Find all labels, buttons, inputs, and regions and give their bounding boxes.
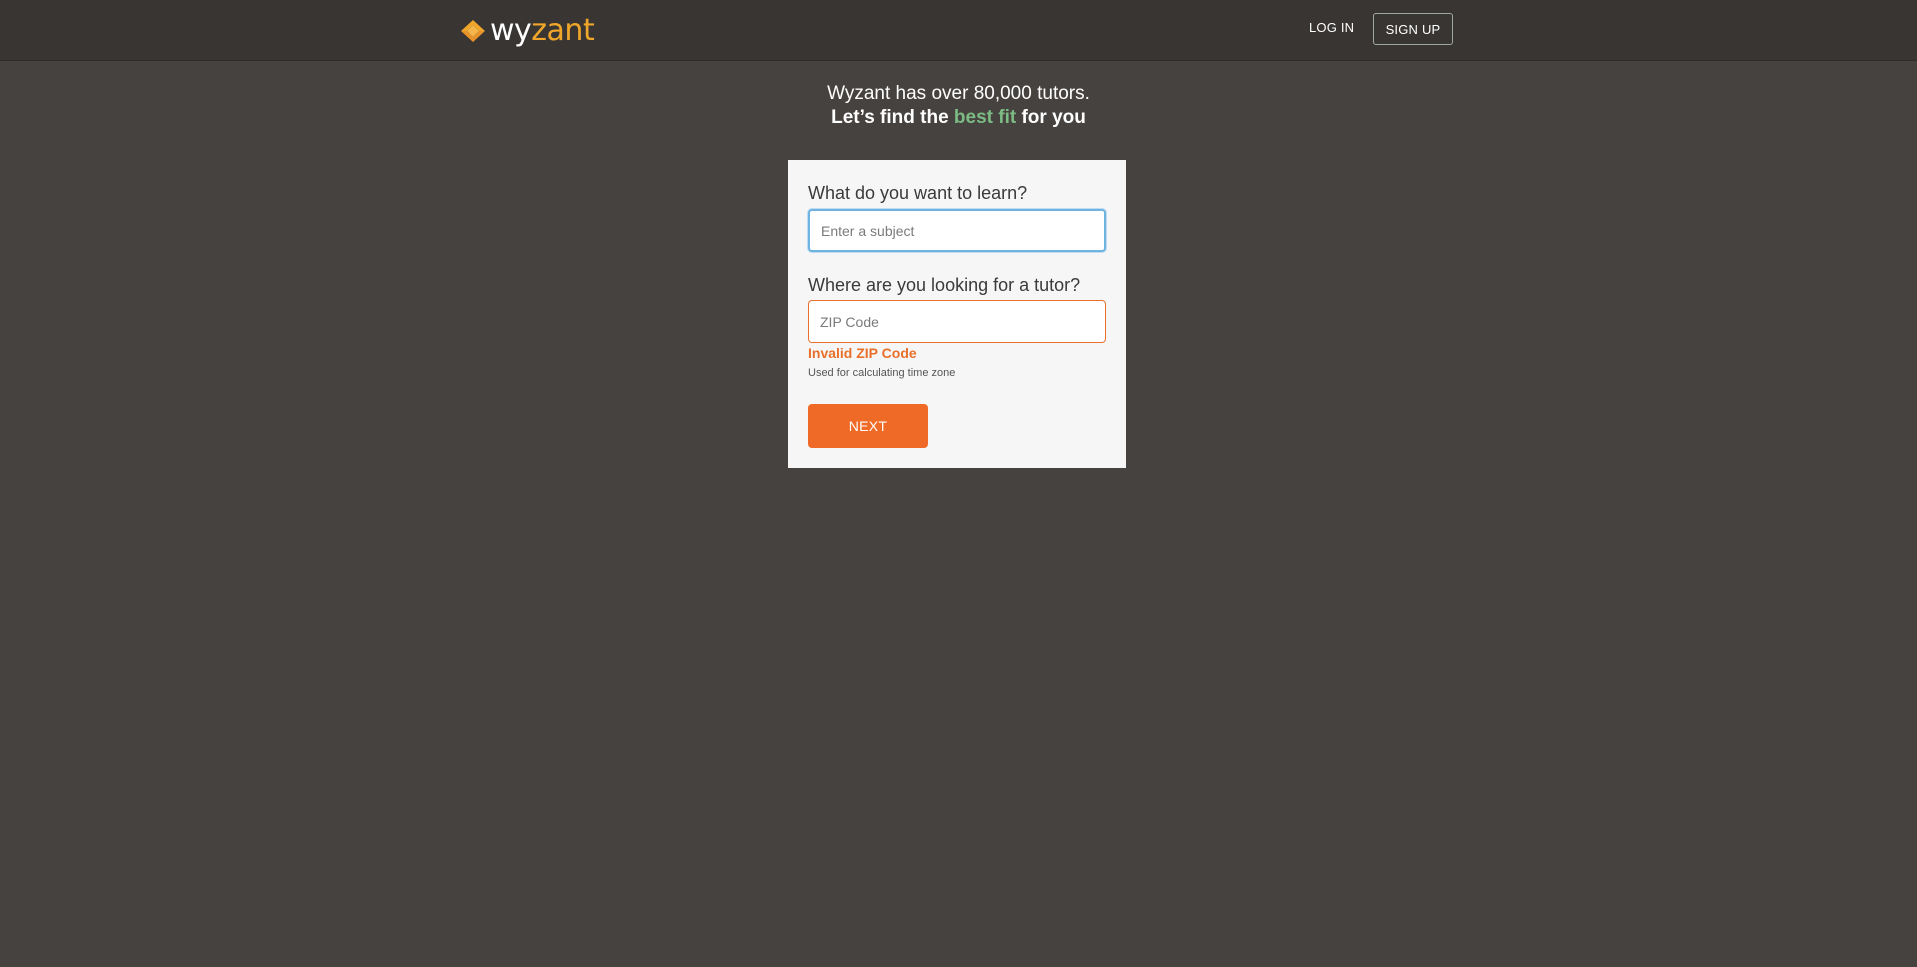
subject-input[interactable] xyxy=(808,209,1106,252)
hero-line2-before: Let’s find the xyxy=(831,107,954,128)
wyzant-logo-link[interactable]: wyzant xyxy=(459,11,595,51)
hero-line1: Wyzant has over 80,000 tutors. xyxy=(827,83,1090,104)
zip-help-text: Used for calculating time zone xyxy=(808,367,956,379)
wyzant-diamond-logo-icon xyxy=(461,20,485,42)
zip-error-message: Invalid ZIP Code xyxy=(808,345,917,361)
tutor-search-card: What do you want to learn? Where are you… xyxy=(788,160,1126,468)
hero-headline: Wyzant has over 80,000 tutors. Let’s fin… xyxy=(0,82,1917,130)
hero-line2-accent: best fit xyxy=(953,107,1017,128)
hero-line2-after: for you xyxy=(1016,107,1086,128)
location-question-label: Where are you looking for a tutor? xyxy=(808,275,1081,295)
logo-text-part2: zant xyxy=(531,13,595,48)
logo-text-part1: wy xyxy=(490,13,532,48)
zip-code-input[interactable] xyxy=(808,300,1106,343)
login-link[interactable]: LOG IN xyxy=(1309,20,1354,35)
subject-question-label: What do you want to learn? xyxy=(808,183,1028,203)
wyzant-logo-text: wyzant xyxy=(490,11,595,51)
signup-button[interactable]: SIGN UP xyxy=(1373,13,1453,45)
hero-line2: Let’s find the best fit for you xyxy=(0,106,1917,130)
next-button[interactable]: NEXT xyxy=(808,404,928,448)
top-navigation-bar: wyzant LOG IN SIGN UP xyxy=(0,0,1917,61)
